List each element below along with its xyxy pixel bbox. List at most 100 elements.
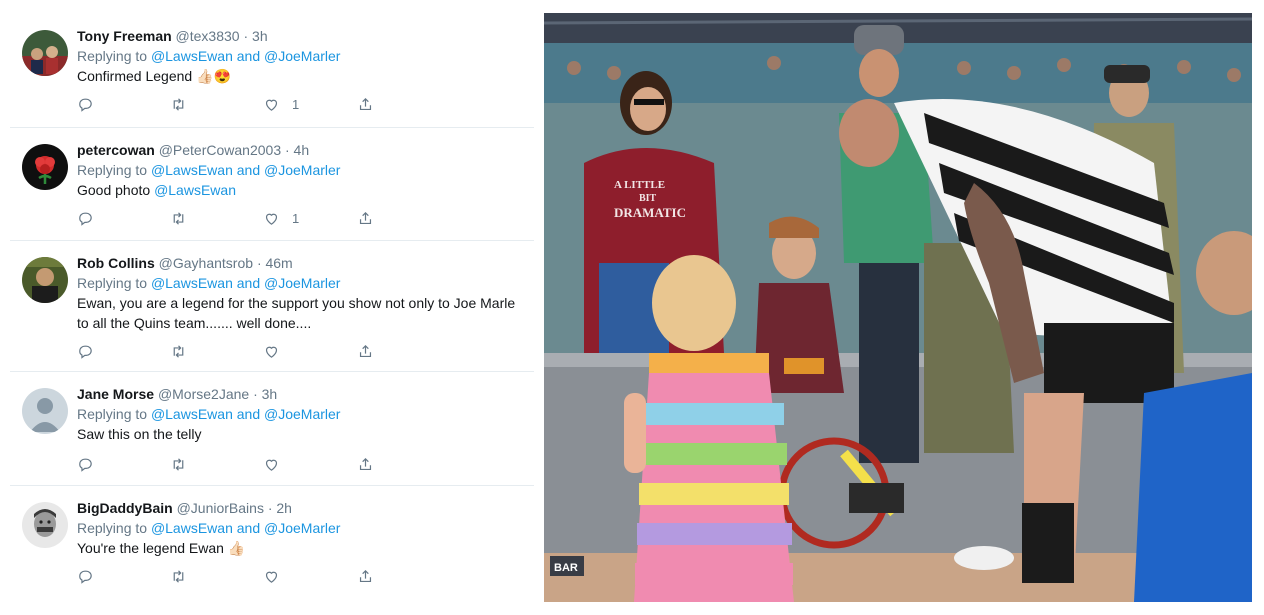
display-name[interactable]: BigDaddyBain — [77, 500, 173, 516]
reply-button[interactable] — [77, 208, 94, 228]
handle[interactable]: @tex3830 — [176, 28, 240, 44]
display-name[interactable]: Tony Freeman — [77, 28, 172, 44]
avatar[interactable] — [22, 388, 68, 434]
share-icon — [359, 97, 372, 110]
like-count: 1 — [292, 96, 300, 112]
retweet-button[interactable] — [170, 566, 187, 586]
replying-to: Replying to @LawsEwan and @JoeMarler — [77, 160, 534, 180]
retweet-button[interactable] — [170, 208, 187, 228]
stadium-scene-image: A LITTLE BIT DRAMATIC BAR — [544, 13, 1252, 602]
replying-to-label: Replying to — [77, 48, 148, 64]
retweet-button[interactable] — [170, 454, 187, 474]
timestamp[interactable]: · 3h — [253, 386, 277, 402]
reply-button[interactable] — [77, 566, 94, 586]
avatar[interactable] — [22, 257, 68, 303]
tweet-header: petercowan @PeterCowan2003 · 4h — [77, 140, 534, 160]
tweet[interactable]: petercowan @PeterCowan2003 · 4h Replying… — [10, 127, 534, 240]
tweet-text-body: Good photo — [77, 182, 151, 198]
reply-button[interactable] — [77, 341, 94, 361]
tv-logo: BAR — [554, 562, 578, 574]
hoodie-text: DRAMATIC — [614, 205, 686, 220]
tweet-actions: 1 — [77, 208, 377, 228]
mention-link[interactable]: @LawsEwan — [151, 406, 233, 422]
handle[interactable]: @Gayhantsrob — [159, 255, 253, 271]
tweet-header: BigDaddyBain @JuniorBains · 2h — [77, 498, 534, 518]
timestamp[interactable]: · 2h — [268, 500, 292, 516]
like-icon — [265, 99, 278, 111]
share-button[interactable] — [357, 341, 374, 361]
hoodie-text: A LITTLE — [614, 179, 665, 191]
mention-link[interactable]: @JoeMarler — [264, 48, 340, 64]
display-name[interactable]: Rob Collins — [77, 255, 155, 271]
handle[interactable]: @PeterCowan2003 — [159, 142, 281, 158]
tweet-actions — [77, 566, 377, 586]
and-label: and — [236, 48, 261, 64]
retweet-icon — [173, 457, 184, 471]
mention-link[interactable]: @LawsEwan — [151, 520, 233, 536]
like-button[interactable] — [263, 454, 280, 474]
avatar[interactable] — [22, 144, 68, 190]
tweet-text: Ewan, you are a legend for the support y… — [77, 295, 516, 311]
mention-link[interactable]: @JoeMarler — [264, 275, 340, 291]
reply-icon — [79, 570, 92, 584]
like-count: 1 — [292, 210, 300, 226]
retweet-button[interactable] — [170, 94, 187, 114]
like-button[interactable]: 1 — [263, 94, 299, 114]
tweet-text: You're the legend Ewan 👍🏻 — [77, 540, 246, 556]
retweet-icon — [173, 211, 184, 225]
reply-button[interactable] — [77, 94, 94, 114]
share-icon — [359, 457, 372, 470]
mention-link[interactable]: @LawsEwan — [154, 182, 236, 198]
tweet[interactable]: Jane Morse @Morse2Jane · 3h Replying to … — [10, 371, 534, 485]
mention-link[interactable]: @LawsEwan — [151, 275, 233, 291]
replying-to: Replying to @LawsEwan and @JoeMarler — [77, 46, 534, 66]
and-label: and — [236, 520, 261, 536]
tweet-text-continued: to all the Quins team....... well done..… — [77, 315, 312, 331]
reply-icon — [79, 98, 92, 112]
handle[interactable]: @JuniorBains — [177, 500, 264, 516]
replying-to: Replying to @LawsEwan and @JoeMarler — [77, 518, 534, 538]
tweet[interactable]: BigDaddyBain @JuniorBains · 2h Replying … — [10, 485, 534, 602]
hoodie-text: BIT — [639, 193, 657, 204]
like-button[interactable]: 1 — [263, 208, 299, 228]
reply-button[interactable] — [77, 454, 94, 474]
like-icon — [265, 571, 278, 583]
retweet-button[interactable] — [170, 341, 187, 361]
display-name[interactable]: petercowan — [77, 142, 155, 158]
tweet-text: Saw this on the telly — [77, 426, 202, 442]
timestamp[interactable]: · 46m — [257, 255, 293, 271]
avatar[interactable] — [22, 30, 68, 76]
timestamp[interactable]: · 3h — [243, 28, 267, 44]
retweet-icon — [173, 97, 184, 111]
avatar[interactable] — [22, 502, 68, 548]
mention-link[interactable]: @LawsEwan — [151, 48, 233, 64]
replying-to-label: Replying to — [77, 162, 148, 178]
share-button[interactable] — [357, 94, 374, 114]
like-button[interactable] — [263, 341, 280, 361]
mention-link[interactable]: @JoeMarler — [264, 406, 340, 422]
like-icon — [265, 459, 278, 471]
share-button[interactable] — [357, 208, 374, 228]
tweet[interactable]: Tony Freeman @tex3830 · 3h Replying to @… — [10, 14, 534, 127]
display-name[interactable]: Jane Morse — [77, 386, 154, 402]
like-button[interactable] — [263, 566, 280, 586]
reply-icon — [79, 212, 92, 226]
tweet[interactable]: Rob Collins @Gayhantsrob · 46m Replying … — [10, 240, 534, 371]
share-button[interactable] — [357, 454, 374, 474]
mention-link[interactable]: @JoeMarler — [264, 520, 340, 536]
share-button[interactable] — [357, 566, 374, 586]
tweet-actions — [77, 341, 377, 361]
mention-link[interactable]: @JoeMarler — [264, 162, 340, 178]
replying-to-label: Replying to — [77, 406, 148, 422]
handle[interactable]: @Morse2Jane — [158, 386, 249, 402]
tweet-actions: 1 — [77, 94, 377, 114]
tweet-header: Jane Morse @Morse2Jane · 3h — [77, 384, 534, 404]
retweet-icon — [173, 344, 184, 358]
and-label: and — [236, 162, 261, 178]
timestamp[interactable]: · 4h — [285, 142, 309, 158]
replying-to-label: Replying to — [77, 275, 148, 291]
mention-link[interactable]: @LawsEwan — [151, 162, 233, 178]
reply-thread: Tony Freeman @tex3830 · 3h Replying to @… — [10, 14, 534, 602]
share-icon — [359, 211, 372, 224]
video-frame[interactable]: A LITTLE BIT DRAMATIC BAR — [544, 13, 1252, 602]
